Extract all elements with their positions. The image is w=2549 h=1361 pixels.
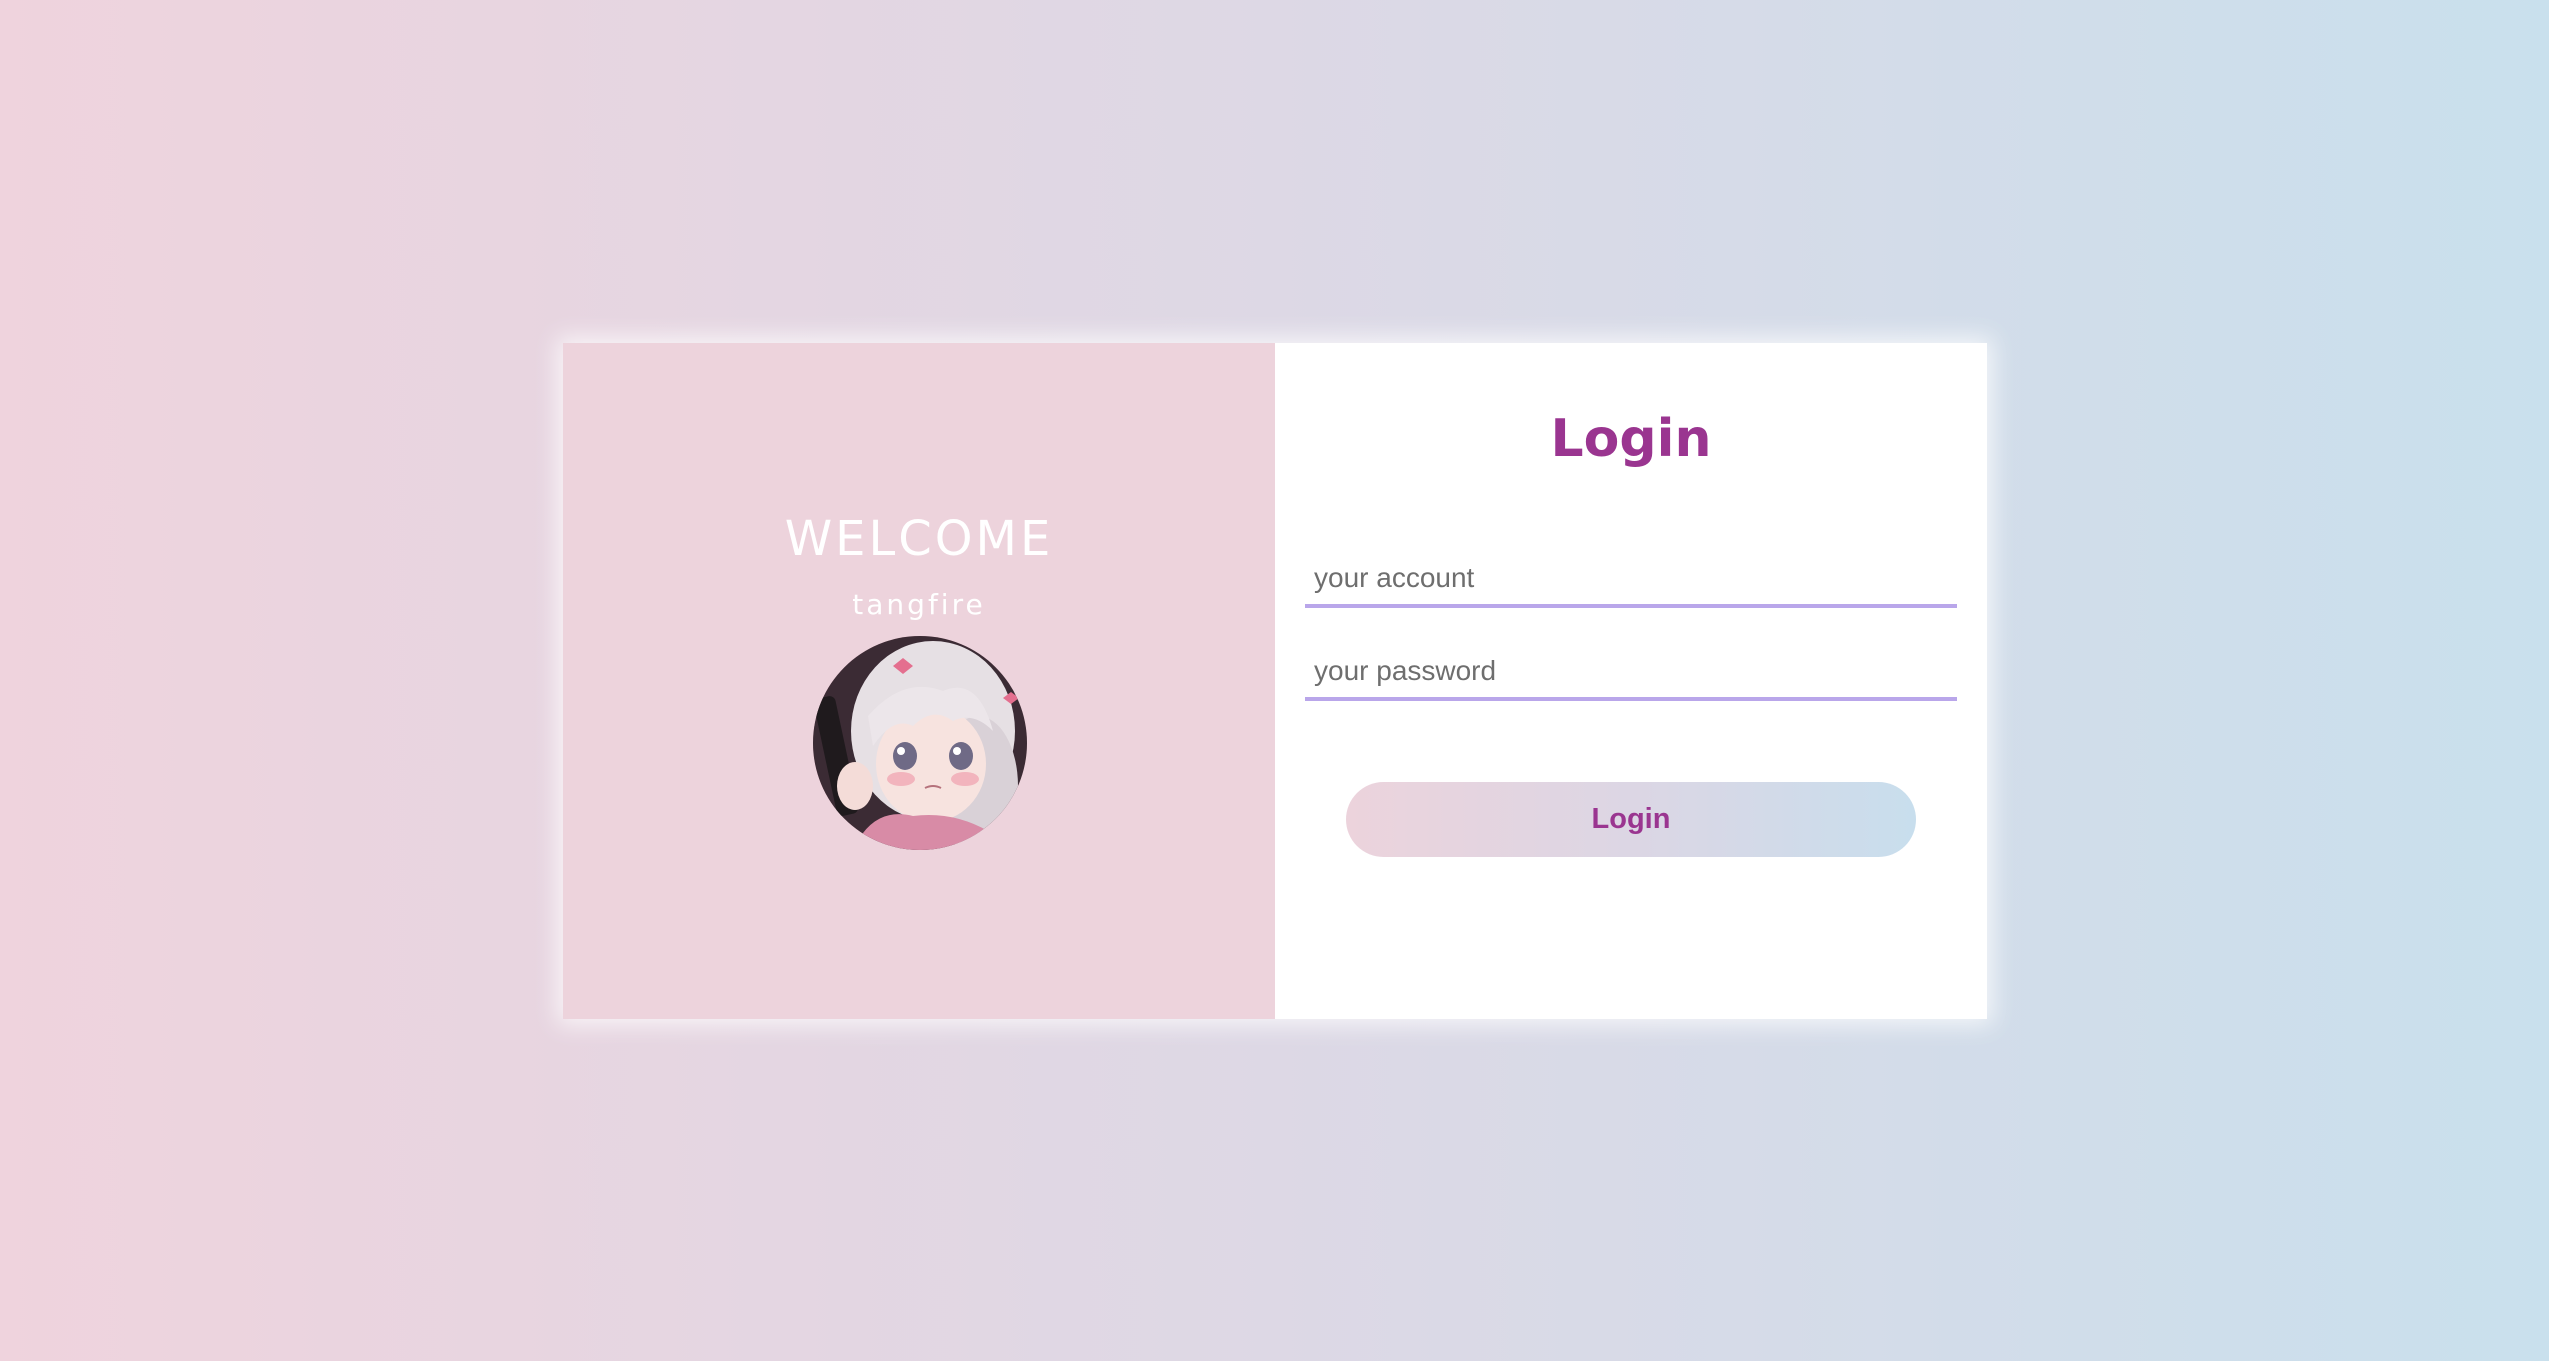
login-card: WELCOME tangfire Login your account Logi… — [563, 343, 1987, 1019]
welcome-subtitle: tangfire — [852, 588, 986, 621]
password-input[interactable] — [1305, 645, 1957, 701]
login-panel: Login Login — [1275, 343, 1987, 1019]
avatar-image — [813, 636, 1027, 850]
login-title: Login — [1550, 409, 1712, 469]
avatar — [813, 636, 1027, 850]
welcome-heading: WELCOME — [784, 511, 1054, 567]
login-button[interactable]: Login — [1346, 782, 1916, 857]
welcome-panel: WELCOME tangfire — [563, 343, 1275, 1019]
account-input[interactable] — [1305, 552, 1957, 608]
